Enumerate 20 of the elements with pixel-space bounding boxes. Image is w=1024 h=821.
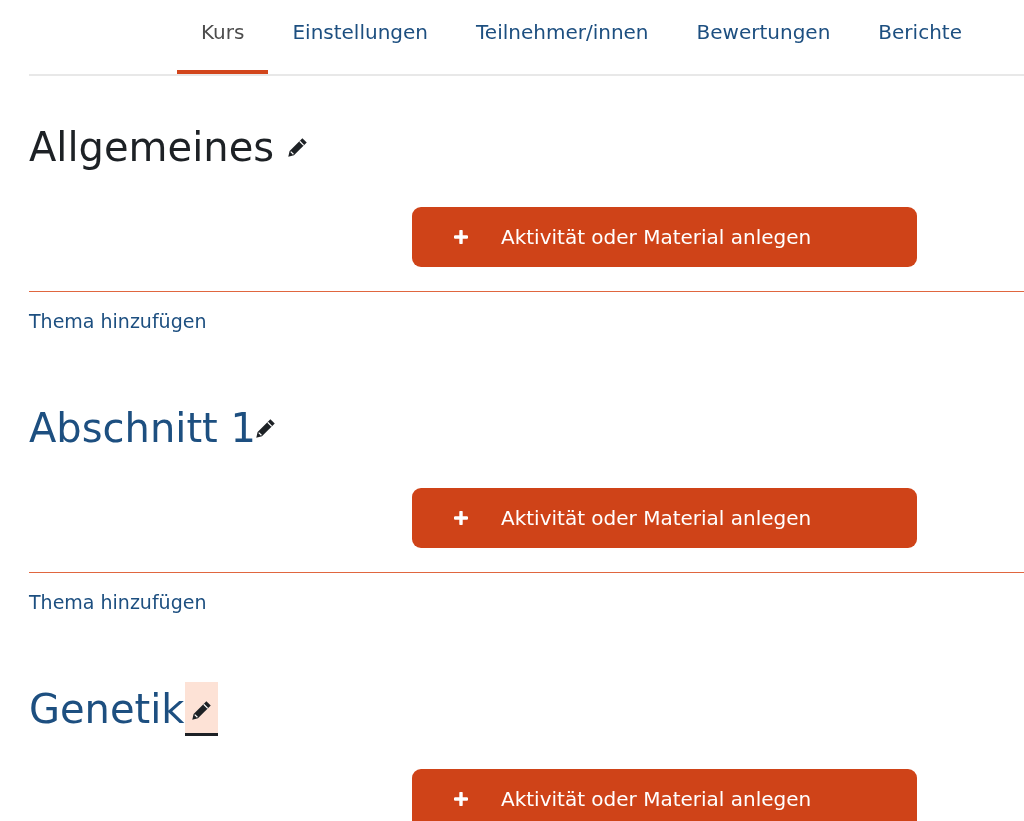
add-activity-button[interactable]: Aktivität oder Material anlegen bbox=[412, 769, 917, 821]
edit-title-button[interactable] bbox=[184, 682, 218, 736]
add-activity-button[interactable]: Aktivität oder Material anlegen bbox=[412, 488, 917, 548]
nav-tab[interactable]: Berichte bbox=[854, 0, 986, 74]
section-title-link[interactable]: Genetik bbox=[29, 686, 185, 732]
add-topic-link[interactable]: Thema hinzufügen bbox=[29, 590, 207, 614]
add-topic-link[interactable]: Thema hinzufügen bbox=[29, 309, 207, 333]
plus-icon bbox=[454, 230, 468, 244]
section-title-link[interactable]: Abschnitt 1 bbox=[29, 405, 256, 451]
edit-pencil-icon[interactable] bbox=[255, 418, 275, 438]
nav-tab[interactable]: Einstellungen bbox=[268, 0, 452, 74]
nav-tab[interactable]: Kurs bbox=[177, 0, 269, 74]
pencil-icon bbox=[191, 701, 211, 720]
section-title: Allgemeines bbox=[29, 124, 275, 170]
add-activity-button[interactable]: Aktivität oder Material anlegen bbox=[412, 207, 917, 267]
plus-icon bbox=[454, 511, 468, 525]
nav-tab[interactable]: Teilnehmer/innen bbox=[452, 0, 673, 74]
plus-icon bbox=[454, 792, 468, 806]
edit-pencil-icon[interactable] bbox=[288, 137, 308, 157]
nav-tab[interactable]: Bewertungen bbox=[672, 0, 855, 74]
